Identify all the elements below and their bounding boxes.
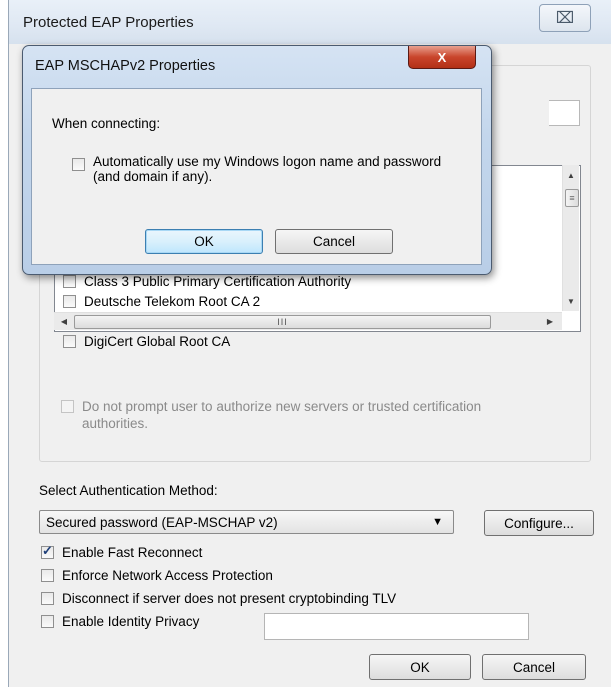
no-prompt-label: Do not prompt user to authorize new serv… <box>82 399 482 431</box>
auth-method-value: Secured password (EAP-MSCHAP v2) <box>46 514 278 530</box>
ca-list-item[interactable]: DigiCert Assured ID Root CA <box>63 311 257 331</box>
identity-privacy-checkbox[interactable] <box>41 615 54 628</box>
ca-checkbox[interactable] <box>63 334 76 348</box>
option-cryptobinding[interactable]: Disconnect if server does not present cr… <box>41 591 396 606</box>
close-icon: X <box>437 49 447 65</box>
ca-label: DigiCert Assured ID Root CA <box>84 313 258 329</box>
auth-method-select[interactable]: Secured password (EAP-MSCHAP v2) ▼ <box>39 510 454 534</box>
option-label: Enable Identity Privacy <box>62 614 200 629</box>
close-icon: ⌧ <box>555 10 575 27</box>
when-connecting-label: When connecting: <box>52 116 161 131</box>
fast-reconnect-checkbox[interactable] <box>41 543 54 559</box>
ca-label: DigiCert Global Root CA <box>84 333 231 349</box>
eap-mschapv2-properties-dialog: EAP MSCHAPv2 Properties X When connectin… <box>22 45 492 275</box>
configure-button[interactable]: Configure... <box>484 510 594 536</box>
back-title-bar: Protected EAP Properties ⌧ <box>9 0 611 44</box>
ca-checkbox[interactable] <box>63 274 76 288</box>
back-window-title: Protected EAP Properties <box>23 14 194 31</box>
front-dialog-client: When connecting: Automatically use my Wi… <box>31 88 482 265</box>
ca-list-item[interactable]: Deutsche Telekom Root CA 2 <box>63 291 260 311</box>
front-cancel-button[interactable]: Cancel <box>275 229 393 254</box>
option-identity-privacy[interactable]: Enable Identity Privacy <box>41 614 199 629</box>
no-prompt-checkbox[interactable] <box>61 400 74 413</box>
dropdown-arrow-icon: ▼ <box>432 516 443 528</box>
cryptobinding-checkbox[interactable] <box>41 592 54 605</box>
ca-checkbox[interactable] <box>63 314 76 328</box>
auto-logon-label: Automatically use my Windows logon name … <box>93 154 442 184</box>
auto-logon-checkbox[interactable] <box>72 158 85 171</box>
front-close-button[interactable]: X <box>408 46 476 69</box>
option-label: Disconnect if server does not present cr… <box>62 591 397 606</box>
back-close-button[interactable]: ⌧ <box>539 4 591 32</box>
enforce-nap-checkbox[interactable] <box>41 569 54 582</box>
front-dialog-title: EAP MSCHAPv2 Properties <box>35 58 216 74</box>
option-fast-reconnect[interactable]: Enable Fast Reconnect <box>41 543 203 560</box>
ca-list-item[interactable]: DigiCert Global Root CA <box>63 331 230 351</box>
option-enforce-nap[interactable]: Enforce Network Access Protection <box>41 568 273 583</box>
back-ok-button[interactable]: OK <box>369 654 471 680</box>
ca-checkbox[interactable] <box>63 294 76 308</box>
auto-logon-option[interactable]: Automatically use my Windows logon name … <box>72 154 462 184</box>
option-label: Enable Fast Reconnect <box>62 545 203 560</box>
server-name-input[interactable] <box>549 100 580 126</box>
back-cancel-button[interactable]: Cancel <box>482 654 586 680</box>
identity-privacy-input[interactable] <box>264 613 529 640</box>
option-label: Enforce Network Access Protection <box>62 568 273 583</box>
ca-label: Deutsche Telekom Root CA 2 <box>84 293 261 309</box>
auth-method-label: Select Authentication Method: <box>39 483 218 498</box>
ca-label: Class 3 Public Primary Certification Aut… <box>84 273 352 289</box>
front-ok-button[interactable]: OK <box>145 229 263 254</box>
no-prompt-option[interactable]: Do not prompt user to authorize new serv… <box>61 398 541 432</box>
